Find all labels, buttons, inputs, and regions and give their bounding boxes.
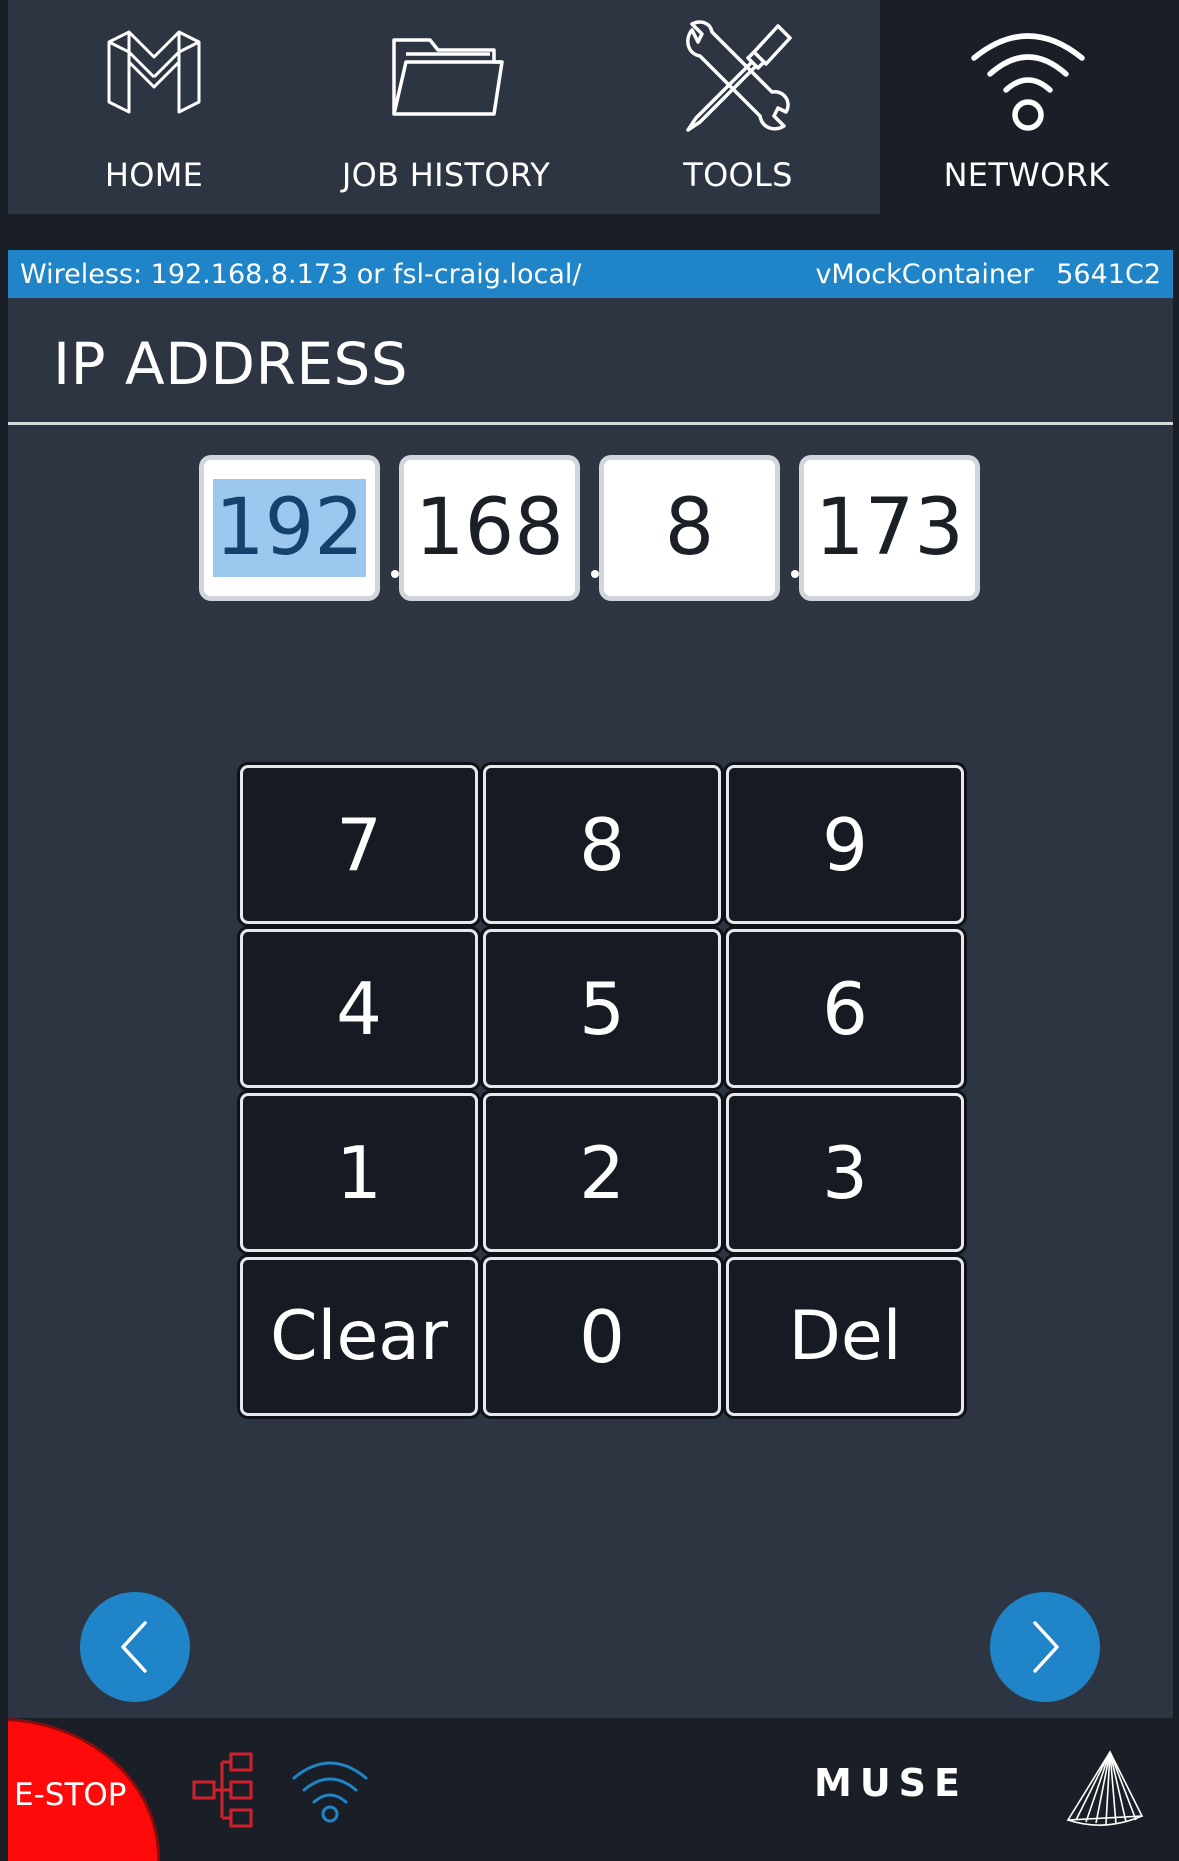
key-0[interactable]: 0 [483,1257,721,1416]
back-button[interactable] [80,1592,190,1702]
tab-network-label: NETWORK [943,156,1110,194]
key-6[interactable]: 6 [726,929,964,1088]
page-title: IP ADDRESS [53,330,409,398]
app-window: HOME JOB HISTORY TOOLS NETWORK Wireless:… [8,0,1173,1861]
network-status-icon [192,1752,253,1828]
chevron-right-icon [1033,1621,1059,1673]
estop-label: E-STOP [14,1777,127,1813]
home-logo-icon [107,30,201,114]
tab-tools-label: TOOLS [683,156,793,194]
ip-octet-2-value: 168 [415,483,564,573]
key-1[interactable]: 1 [240,1093,478,1252]
numeric-keypad: 7 8 9 4 5 6 1 2 3 Clear 0 Del [228,760,964,1416]
ip-octet-1-value: 192 [213,479,366,577]
folder-icon [392,38,504,116]
ip-octet-2-input[interactable]: 168 [399,455,580,601]
key-2[interactable]: 2 [483,1093,721,1252]
tab-home[interactable]: HOME [8,0,300,214]
next-button[interactable] [990,1592,1100,1702]
key-4[interactable]: 4 [240,929,478,1088]
ip-separator-dot [791,570,799,578]
tab-job-history-label: JOB HISTORY [341,156,551,194]
tab-network[interactable]: NETWORK [880,0,1173,214]
ip-separator-dot [391,570,399,578]
wireless-address: Wireless: 192.168.8.173 or fsl-craig.loc… [20,258,582,290]
tab-home-label: HOME [104,156,204,194]
footer-bar: E-STOP MUSE [8,1718,1173,1861]
device-serial: 5641C2 [1056,258,1161,290]
ip-octet-3-value: 8 [664,483,715,573]
chevron-left-icon [121,1621,147,1673]
key-5[interactable]: 5 [483,929,721,1088]
muse-logo: MUSE [814,1762,968,1805]
key-9[interactable]: 9 [726,765,964,924]
ip-octet-3-input[interactable]: 8 [599,455,780,601]
nav-divider [8,214,1173,250]
ip-octet-4-input[interactable]: 173 [799,455,980,601]
wifi-icon [971,33,1085,131]
device-info: vMockContainer 5641C2 [801,259,1161,290]
key-7[interactable]: 7 [240,765,478,924]
tab-job-history[interactable]: JOB HISTORY [300,0,592,214]
ip-octet-1-input[interactable]: 192 [199,455,380,601]
key-clear[interactable]: Clear [240,1257,478,1416]
top-navigation: HOME JOB HISTORY TOOLS NETWORK [8,0,1173,214]
connection-status-bar: Wireless: 192.168.8.173 or fsl-craig.loc… [8,250,1173,298]
title-divider [8,422,1173,425]
key-3[interactable]: 3 [726,1093,964,1252]
machine-logo-icon [1066,1750,1144,1826]
key-delete[interactable]: Del [726,1257,964,1416]
device-name: vMockContainer [815,258,1034,290]
svg-text:MUSE: MUSE [814,1762,968,1805]
ip-octet-4-value: 173 [815,483,964,573]
emergency-stop-button[interactable]: E-STOP [8,1718,160,1861]
tools-icon [686,20,792,132]
wifi-status-icon [292,1761,368,1823]
ip-separator-dot [591,570,599,578]
tab-tools[interactable]: TOOLS [592,0,884,214]
key-8[interactable]: 8 [483,765,721,924]
